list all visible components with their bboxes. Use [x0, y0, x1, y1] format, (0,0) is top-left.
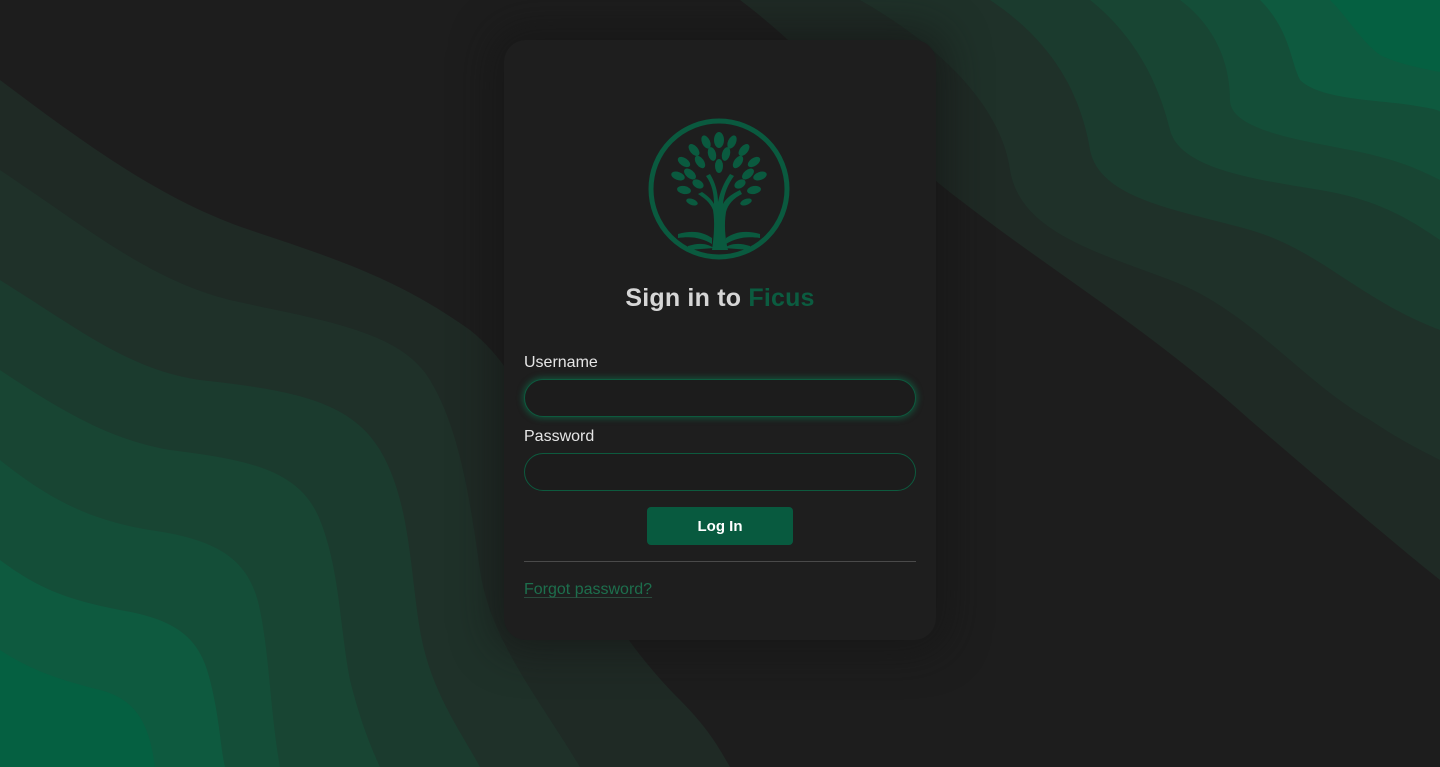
title-prefix: Sign in to [625, 284, 742, 312]
forgot-password-link[interactable]: Forgot password? [524, 581, 652, 599]
divider [524, 561, 916, 562]
login-button[interactable]: Log In [647, 507, 793, 545]
tree-of-life-icon [648, 118, 790, 260]
page-title: Sign in to Ficus [504, 284, 936, 313]
brand-name: Ficus [748, 284, 815, 312]
password-label: Password [524, 428, 595, 445]
username-field[interactable] [524, 379, 916, 417]
login-card: Sign in to Ficus Username Password Log I… [504, 40, 936, 640]
username-label: Username [524, 354, 598, 371]
password-field[interactable] [524, 453, 916, 491]
